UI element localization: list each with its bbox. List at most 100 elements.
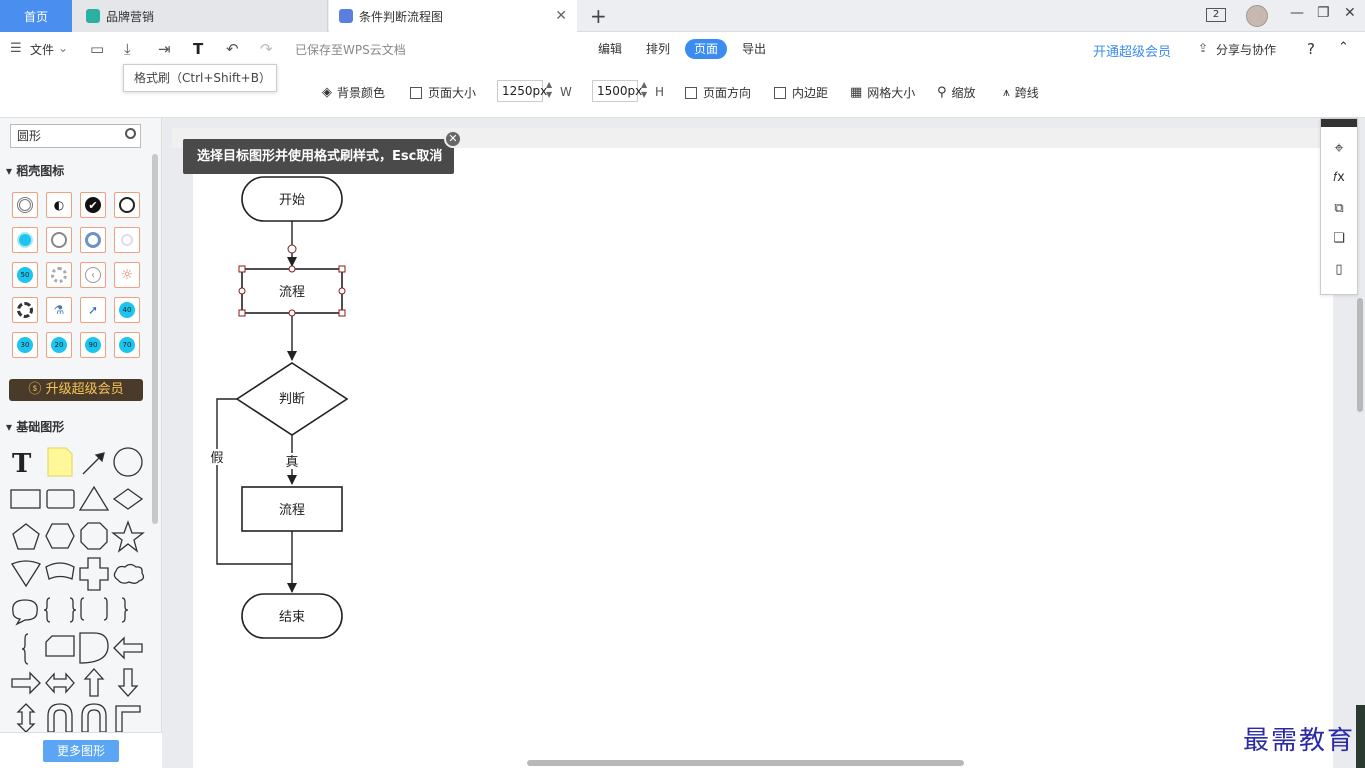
flask-icon[interactable]: ⚗ bbox=[46, 297, 72, 323]
avatar[interactable] bbox=[1246, 5, 1268, 27]
file-menu[interactable]: 文件 bbox=[30, 41, 54, 58]
node-process2[interactable]: 流程 bbox=[241, 486, 343, 532]
right-toolbar: ⌖ 𝑓x ⧉ ❏ ▯ bbox=[1320, 118, 1358, 295]
badge-40-icon[interactable]: 40 bbox=[114, 297, 140, 323]
badge-90-icon[interactable]: 90 bbox=[80, 332, 106, 358]
download-icon[interactable]: ⤓ bbox=[124, 40, 131, 58]
docer-icons-label: 稻壳图标 bbox=[16, 164, 65, 178]
upgrade-vip-button[interactable]: ⓢ 升级超级会员 bbox=[9, 379, 143, 401]
close-hint-icon[interactable]: ✕ bbox=[444, 130, 462, 148]
tab-home[interactable]: 首页 bbox=[0, 0, 72, 32]
jump-line-label: 跨线 bbox=[1014, 86, 1039, 100]
back-arrow-circle-icon[interactable]: ‹ bbox=[80, 262, 106, 288]
blue-dot-icon[interactable] bbox=[12, 227, 38, 253]
diamond-shape bbox=[112, 488, 144, 510]
more-shapes-button[interactable]: 更多图形 bbox=[43, 740, 119, 762]
tab-home-label: 首页 bbox=[23, 9, 48, 24]
save-icon[interactable]: ▭ bbox=[90, 40, 104, 58]
restore-icon[interactable]: ❐ bbox=[1317, 5, 1330, 21]
up-down-arrow-shape bbox=[16, 703, 36, 732]
formula-icon[interactable]: 𝑓x bbox=[1330, 170, 1348, 188]
page-icon[interactable]: ▯ bbox=[1330, 262, 1348, 280]
page-width-input[interactable]: 1250px bbox=[497, 80, 547, 102]
badge-50-icon[interactable]: 50 bbox=[12, 262, 38, 288]
format-painter-icon[interactable]: T bbox=[193, 40, 203, 58]
width-stepper[interactable]: ▲ ▼ bbox=[546, 80, 552, 100]
new-tab-button[interactable]: + bbox=[590, 4, 607, 28]
redo-icon[interactable]: ↷ bbox=[260, 40, 273, 58]
badge-30-icon[interactable]: 30 bbox=[12, 332, 38, 358]
crop-icon[interactable]: ⧉ bbox=[1330, 201, 1348, 219]
rounded-rectangle-shape bbox=[46, 489, 75, 509]
horizontal-scrollbar[interactable] bbox=[527, 760, 964, 766]
height-stepper[interactable]: ▲ ▼ bbox=[641, 80, 647, 100]
close-window-icon[interactable]: ✕ bbox=[1344, 5, 1356, 21]
grid-size-button[interactable]: ▦ 网格大小 bbox=[850, 84, 915, 101]
vertical-scrollbar[interactable] bbox=[1357, 298, 1363, 412]
section-header-basic-shapes[interactable]: ▾ 基础图形 bbox=[6, 418, 64, 435]
arrow-up-right-icon[interactable]: ➚ bbox=[80, 297, 106, 323]
share-button[interactable]: 分享与协作 bbox=[1216, 41, 1276, 58]
page-size-label: 页面大小 bbox=[428, 86, 477, 100]
badge-20-icon[interactable]: 20 bbox=[46, 332, 72, 358]
page-size-icon bbox=[410, 86, 422, 99]
light-ring-icon[interactable] bbox=[114, 227, 140, 253]
vip-link[interactable]: 开通超级会员 bbox=[1093, 41, 1171, 60]
blue-ring-icon[interactable] bbox=[80, 227, 106, 253]
delay-shape bbox=[79, 632, 109, 664]
node-decision[interactable]: 判断 bbox=[235, 362, 349, 436]
padding-button[interactable]: 内边距 bbox=[774, 84, 828, 101]
gray-ring-icon[interactable] bbox=[46, 227, 72, 253]
down-arrow-shape bbox=[117, 668, 139, 697]
shape-search-input[interactable]: 圆形 bbox=[10, 124, 141, 148]
close-tab-icon[interactable]: ✕ bbox=[555, 8, 567, 24]
node-process2-label: 流程 bbox=[279, 502, 305, 517]
background-color-button[interactable]: ◈ 背景颜色 bbox=[322, 84, 385, 101]
minimize-icon[interactable]: — bbox=[1290, 5, 1304, 21]
menu-export[interactable]: 导出 bbox=[742, 39, 766, 59]
check-circle-icon[interactable]: ✔ bbox=[80, 192, 106, 218]
search-value: 圆形 bbox=[17, 129, 42, 143]
page-height-input[interactable]: 1500px bbox=[592, 80, 642, 102]
pages-icon[interactable]: ❏ bbox=[1330, 231, 1348, 249]
undo-icon[interactable]: ↶ bbox=[226, 40, 239, 58]
tab-brand-marketing[interactable]: 品牌营销 bbox=[72, 0, 328, 32]
locate-icon[interactable]: ⌖ bbox=[1330, 138, 1348, 157]
help-icon[interactable]: ? bbox=[1307, 40, 1315, 58]
sun-icon[interactable]: ☼ bbox=[114, 262, 140, 288]
menu-page[interactable]: 页面 bbox=[685, 39, 728, 59]
jump-line-button[interactable]: ⩚ 跨线 bbox=[1003, 84, 1039, 101]
search-icon[interactable] bbox=[125, 128, 136, 139]
chevron-down-icon[interactable]: ⌄ bbox=[58, 41, 68, 55]
page-orientation-button[interactable]: 页面方向 bbox=[685, 84, 751, 101]
node-start[interactable]: 开始 bbox=[241, 176, 343, 222]
window-count-badge[interactable]: 2 bbox=[1206, 8, 1226, 22]
ring-icon[interactable] bbox=[12, 192, 38, 218]
page-size-button[interactable]: 页面大小 bbox=[410, 84, 476, 101]
dotted-ring-icon[interactable] bbox=[46, 262, 72, 288]
circle-outline-icon[interactable] bbox=[114, 192, 140, 218]
menu-edit[interactable]: 编辑 bbox=[598, 39, 622, 59]
double-arrow-shape bbox=[45, 672, 75, 694]
tab-flowchart[interactable]: 条件判断流程图 ✕ bbox=[329, 0, 577, 32]
format-painter-hint: 选择目标图形并使用格式刷样式，Esc取消 bbox=[183, 139, 454, 174]
zoom-icon: ⚲ bbox=[937, 85, 947, 100]
left-panel-scrollbar[interactable] bbox=[152, 154, 158, 524]
node-end[interactable]: 结束 bbox=[241, 593, 343, 639]
corner-arrow-shape bbox=[115, 705, 141, 732]
star-shape bbox=[111, 520, 145, 553]
menu-arrange[interactable]: 排列 bbox=[646, 39, 670, 59]
rectangle-shape bbox=[10, 489, 41, 509]
note-shape bbox=[47, 447, 73, 477]
collapse-icon[interactable]: ⌃ bbox=[1338, 40, 1349, 55]
cross-shape bbox=[79, 557, 109, 591]
jump-line-icon: ⩚ bbox=[1003, 85, 1010, 99]
gear-ring-icon[interactable] bbox=[12, 297, 38, 323]
section-header-docer-icons[interactable]: ▾ 稻壳图标 bbox=[6, 162, 64, 179]
moon-icon[interactable]: ◐ bbox=[46, 192, 72, 218]
menu-icon[interactable]: ☰ bbox=[10, 41, 22, 56]
side-indicator bbox=[1356, 705, 1365, 768]
zoom-button[interactable]: ⚲ 缩放 bbox=[937, 84, 976, 101]
badge-70-icon[interactable]: 70 bbox=[114, 332, 140, 358]
import-icon[interactable]: ⇥ bbox=[158, 40, 171, 58]
